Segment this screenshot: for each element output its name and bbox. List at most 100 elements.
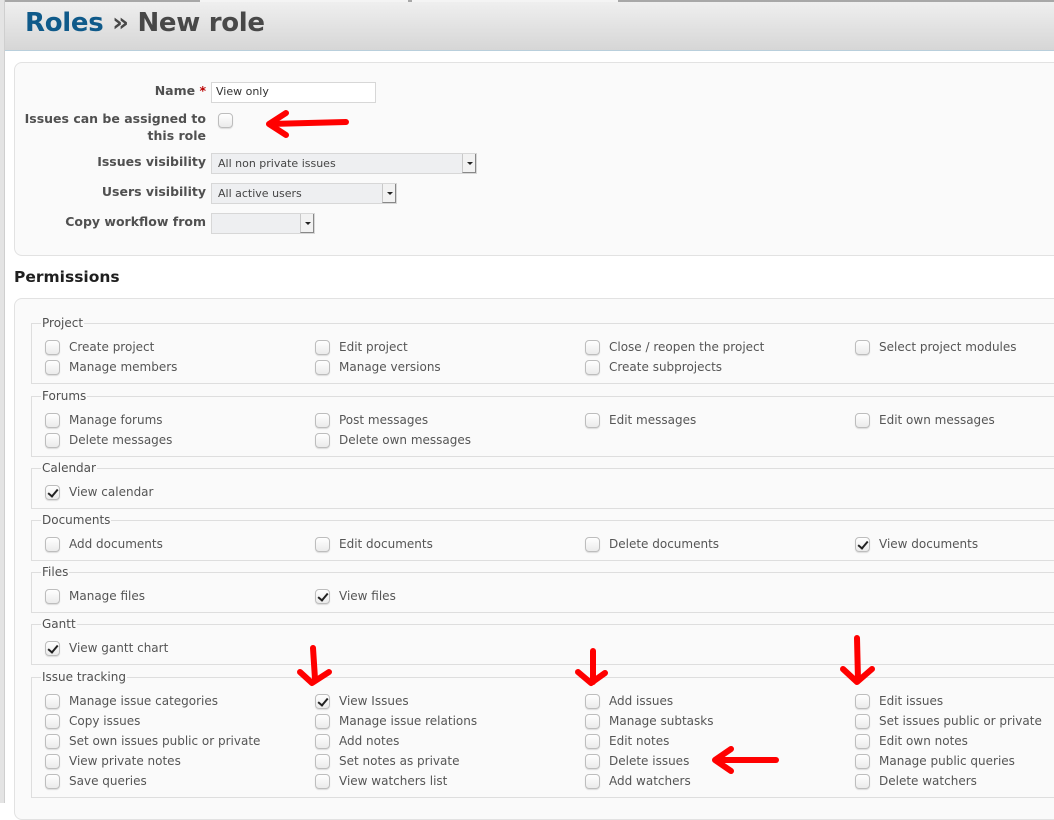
permission-checkbox[interactable] [315, 754, 330, 769]
permission-checkbox[interactable] [315, 360, 330, 375]
permission-checkbox[interactable] [45, 360, 60, 375]
permission-checkbox[interactable] [585, 734, 600, 749]
permission-label: Add documents [69, 537, 163, 551]
permission-label: Delete messages [69, 433, 173, 447]
permission-label: View files [339, 589, 396, 603]
permission-label: Delete watchers [879, 774, 977, 788]
name-label: Name * [154, 83, 206, 98]
permission-label: Manage issue categories [69, 694, 219, 708]
issues-visibility-select[interactable]: All non private issues [211, 153, 477, 174]
permission-label: Edit issues [879, 694, 944, 708]
permission-checkbox[interactable] [45, 694, 60, 709]
permission-checkbox[interactable] [315, 774, 330, 789]
left-edge [0, 0, 5, 803]
permission-checkbox[interactable] [45, 714, 60, 729]
permission-label: Edit own messages [879, 413, 995, 427]
permission-checkbox[interactable] [585, 537, 600, 552]
permission-checkbox[interactable] [585, 754, 600, 769]
permission-checkbox[interactable] [855, 340, 870, 355]
permission-checkbox[interactable] [45, 433, 60, 448]
permission-checkbox[interactable] [45, 340, 60, 355]
name-input[interactable]: View only [211, 82, 376, 103]
permission-label: View watchers list [339, 774, 448, 788]
page-title-text: New role [137, 8, 265, 38]
permission-checkbox[interactable] [315, 714, 330, 729]
permission-checkbox[interactable] [315, 413, 330, 428]
permission-label: Edit documents [339, 537, 433, 551]
permission-group-title: Forums [42, 389, 87, 403]
permission-checkbox[interactable] [855, 714, 870, 729]
permission-group-title: Files [42, 565, 69, 579]
permission-checkbox[interactable] [315, 734, 330, 749]
permission-checkbox[interactable] [855, 774, 870, 789]
permission-group-gantt: Gantt [31, 617, 1054, 665]
permission-label: Copy issues [69, 714, 141, 728]
chevron-down-icon [382, 184, 396, 203]
permission-checkbox[interactable] [585, 413, 600, 428]
permission-label: Create project [69, 340, 155, 354]
issues-visibility-value: All non private issues [218, 157, 336, 170]
issues-visibility-label: Issues visibility [97, 154, 206, 169]
assignable-label: Issues can be assigned to this role [24, 111, 206, 143]
permission-group-files: Files [31, 565, 1054, 613]
permission-checkbox[interactable] [45, 754, 60, 769]
permission-label: Edit notes [609, 734, 670, 748]
breadcrumb-separator: » [112, 8, 129, 38]
copy-workflow-select[interactable] [211, 213, 315, 234]
permission-label: Create subprojects [609, 360, 723, 374]
permission-checkbox[interactable] [315, 340, 330, 355]
permission-label: Manage files [69, 589, 146, 603]
permission-label: Save queries [69, 774, 147, 788]
permission-checkbox[interactable] [585, 694, 600, 709]
permission-checkbox[interactable] [315, 537, 330, 552]
permission-label: Manage subtasks [609, 714, 714, 728]
permission-checkbox[interactable] [855, 754, 870, 769]
users-visibility-value: All active users [218, 187, 302, 200]
permission-group-calendar: Calendar [31, 461, 1054, 509]
permission-checkbox[interactable] [45, 413, 60, 428]
permission-label: Manage versions [339, 360, 441, 374]
permission-checkbox[interactable] [585, 714, 600, 729]
permission-label: Edit messages [609, 413, 697, 427]
permission-label: Select project modules [879, 340, 1017, 354]
assignable-checkbox[interactable] [218, 113, 233, 128]
permission-checkbox[interactable] [45, 485, 60, 500]
permission-checkbox[interactable] [315, 589, 330, 604]
permission-label: Add notes [339, 734, 400, 748]
permission-checkbox[interactable] [45, 734, 60, 749]
permissions-heading: Permissions [14, 268, 120, 286]
permission-checkbox[interactable] [585, 774, 600, 789]
breadcrumb-roles-link[interactable]: Roles [25, 8, 104, 38]
permission-checkbox[interactable] [45, 537, 60, 552]
permission-label: Delete issues [609, 754, 690, 768]
permission-label: Delete documents [609, 537, 720, 551]
permission-label: Manage members [69, 360, 178, 374]
permission-checkbox[interactable] [855, 734, 870, 749]
permission-label: View Issues [339, 694, 409, 708]
permission-checkbox[interactable] [45, 641, 60, 656]
permission-checkbox[interactable] [45, 774, 60, 789]
permission-label: Post messages [339, 413, 429, 427]
required-mark: * [199, 83, 206, 98]
permission-checkbox[interactable] [585, 360, 600, 375]
permission-label: Set notes as private [339, 754, 460, 768]
permission-label: Set own issues public or private [69, 734, 261, 748]
permission-label: Edit project [339, 340, 408, 354]
permission-checkbox[interactable] [855, 694, 870, 709]
permission-checkbox[interactable] [585, 340, 600, 355]
permission-group-title: Documents [42, 513, 111, 527]
permission-label: Delete own messages [339, 433, 471, 447]
permission-group-title: Project [42, 316, 84, 330]
permission-checkbox[interactable] [315, 433, 330, 448]
permission-checkbox[interactable] [45, 589, 60, 604]
permission-group-title: Issue tracking [42, 670, 126, 684]
permission-checkbox[interactable] [855, 413, 870, 428]
users-visibility-select[interactable]: All active users [211, 183, 397, 204]
page-title: Roles » New role [25, 8, 265, 38]
permission-checkbox[interactable] [855, 537, 870, 552]
permission-label: Manage issue relations [339, 714, 478, 728]
permission-label: Add issues [609, 694, 674, 708]
permission-label: Edit own notes [879, 734, 968, 748]
permission-checkbox[interactable] [315, 694, 330, 709]
page-header: Roles » New role [5, 2, 1054, 51]
